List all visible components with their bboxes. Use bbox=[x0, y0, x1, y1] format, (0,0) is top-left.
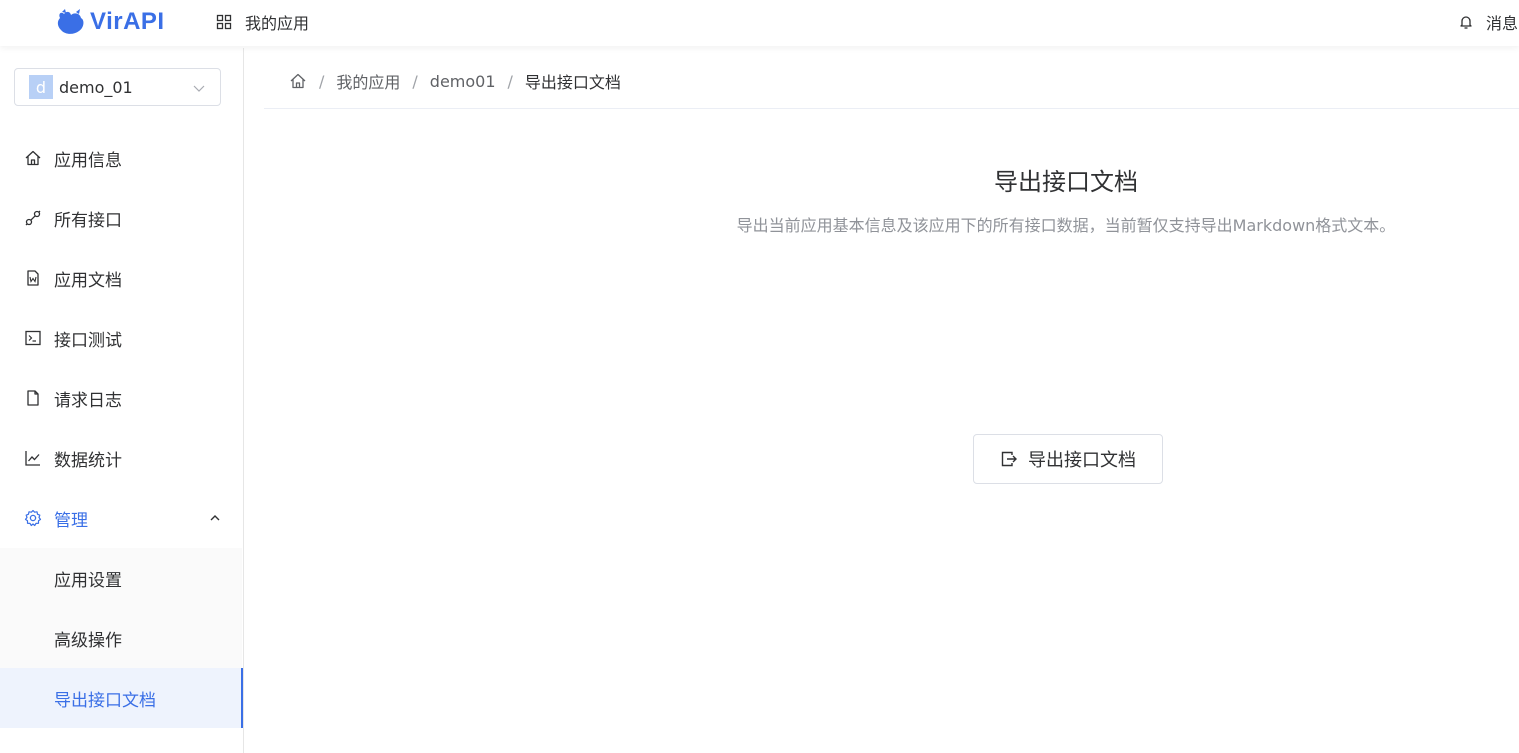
sidebar-subitem-advanced[interactable]: 高级操作 bbox=[0, 608, 243, 668]
export-docs-button-label: 导出接口文档 bbox=[1028, 450, 1136, 471]
breadcrumb-separator: / bbox=[319, 71, 325, 91]
my-apps-link[interactable]: 我的应用 bbox=[216, 10, 309, 34]
breadcrumb-item-my-apps[interactable]: 我的应用 bbox=[336, 66, 400, 96]
grid-icon bbox=[216, 14, 232, 30]
home-icon bbox=[290, 73, 306, 89]
bell-icon bbox=[1460, 16, 1472, 29]
sidebar-subitem-label: 高级操作 bbox=[54, 630, 122, 651]
sidebar-item-request-log[interactable]: 请求日志 bbox=[0, 368, 243, 428]
breadcrumb: / 我的应用 / demo01 / 导出接口文档 bbox=[264, 66, 1519, 109]
link-icon bbox=[24, 209, 42, 227]
sidebar-subitem-export-docs[interactable]: 导出接口文档 bbox=[0, 668, 243, 728]
sidebar-item-all-apis[interactable]: 所有接口 bbox=[0, 188, 243, 248]
messages-label: 消息 bbox=[1486, 14, 1519, 33]
file-icon bbox=[24, 389, 42, 407]
breadcrumb-item-current: 导出接口文档 bbox=[524, 73, 621, 92]
sidebar-item-label: 应用文档 bbox=[54, 270, 122, 291]
sidebar-item-app-docs[interactable]: 应用文档 bbox=[0, 248, 243, 308]
sidebar-item-label: 管理 bbox=[54, 510, 88, 531]
home-icon bbox=[24, 149, 42, 167]
chevron-up-icon bbox=[210, 515, 220, 521]
word-doc-icon bbox=[24, 269, 42, 287]
app-select[interactable]: d demo_01 bbox=[14, 68, 221, 106]
breadcrumb-home[interactable] bbox=[289, 66, 307, 96]
app-select-value: demo_01 bbox=[59, 77, 133, 97]
page-title: 导出接口文档 bbox=[994, 168, 1138, 196]
sidebar-item-label: 接口测试 bbox=[54, 330, 122, 351]
gear-icon bbox=[24, 509, 42, 527]
top-bar: VirAPI 我的应用 消息 bbox=[0, 0, 1519, 46]
sidebar-subitem-app-settings[interactable]: 应用设置 bbox=[0, 548, 243, 608]
page-description: 导出当前应用基本信息及该应用下的所有接口数据，当前暂仅支持导出Markdown格… bbox=[736, 216, 1396, 235]
breadcrumb-separator: / bbox=[507, 71, 513, 91]
sidebar: d demo_01 应用信息 所有接口 应用文档 接口测试 请求日志 数据统计 … bbox=[0, 48, 244, 753]
logo-text: VirAPI bbox=[90, 8, 165, 35]
sidebar-item-label: 数据统计 bbox=[54, 450, 122, 471]
sidebar-subitem-label: 导出接口文档 bbox=[54, 690, 156, 711]
sidebar-item-api-test[interactable]: 接口测试 bbox=[0, 308, 243, 368]
sidebar-item-label: 请求日志 bbox=[54, 390, 122, 411]
app-avatar: d bbox=[29, 75, 53, 99]
terminal-icon bbox=[24, 329, 42, 347]
sidebar-item-manage[interactable]: 管理 bbox=[0, 488, 243, 548]
logo[interactable]: VirAPI bbox=[56, 6, 165, 38]
chevron-down-icon bbox=[193, 85, 205, 92]
messages-link[interactable]: 消息 bbox=[1458, 10, 1518, 34]
my-apps-label: 我的应用 bbox=[245, 14, 310, 33]
sidebar-item-statistics[interactable]: 数据统计 bbox=[0, 428, 243, 488]
line-chart-icon bbox=[24, 449, 42, 467]
export-docs-button[interactable]: 导出接口文档 bbox=[973, 434, 1163, 484]
export-icon bbox=[1001, 451, 1017, 467]
breadcrumb-separator: / bbox=[412, 71, 418, 91]
logo-icon bbox=[57, 9, 84, 34]
breadcrumb-item-app[interactable]: demo01 bbox=[430, 66, 496, 96]
sidebar-item-app-info[interactable]: 应用信息 bbox=[0, 128, 243, 188]
sidebar-item-label: 所有接口 bbox=[54, 210, 122, 231]
sidebar-subitem-label: 应用设置 bbox=[54, 570, 122, 591]
sidebar-item-label: 应用信息 bbox=[54, 150, 122, 171]
